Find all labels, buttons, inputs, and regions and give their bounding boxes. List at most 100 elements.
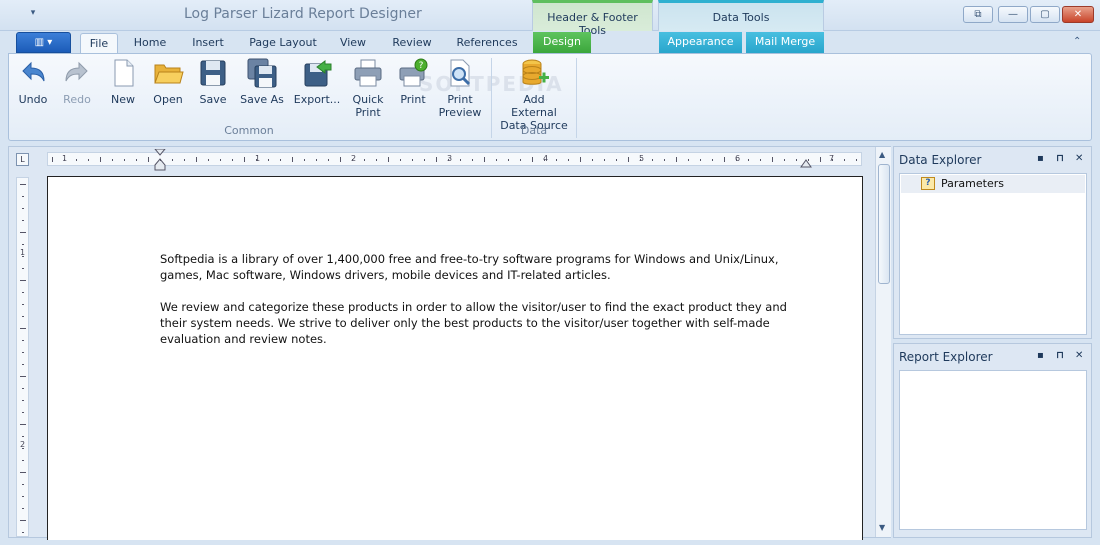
ruler-tick [748, 159, 749, 161]
tab-design[interactable]: Design [533, 32, 591, 54]
export-button[interactable]: Export... [291, 57, 343, 106]
ruler-tick [304, 159, 305, 161]
panel-close-icon[interactable]: ✕ [1075, 350, 1083, 361]
save-button[interactable]: Save [193, 57, 233, 106]
horizontal-ruler[interactable]: 1 1 2 3 4 5 6 7 [47, 149, 862, 171]
database-add-icon [522, 59, 549, 85]
maximize-button[interactable]: ▢ [1030, 6, 1060, 23]
quick-print-label: Quick Print [352, 93, 384, 119]
redo-button[interactable]: Redo [57, 57, 97, 106]
ruler-tick [616, 159, 617, 161]
quick-print-icon [354, 59, 382, 87]
quick-access-dropdown-icon[interactable]: ▾ [26, 8, 40, 22]
group-label-common: Common [224, 124, 274, 137]
ruler-tick [568, 159, 569, 161]
print-label: Print [400, 93, 426, 106]
ruler-tick [412, 159, 413, 161]
ruler-tick [22, 460, 24, 461]
ruler-tick [184, 159, 185, 161]
ruler-tick [676, 157, 677, 162]
new-button[interactable]: New [103, 57, 143, 106]
panel-dock-icon[interactable]: ▪ [1037, 350, 1044, 361]
ruler-tick [22, 436, 24, 437]
ruler-tick [700, 159, 701, 161]
document-paragraph[interactable]: Softpedia is a library of over 1,400,000… [160, 251, 810, 283]
tab-page-layout[interactable]: Page Layout [243, 33, 323, 54]
ruler-tick [856, 159, 857, 161]
save-as-button[interactable]: Save As [237, 57, 287, 106]
scroll-up-icon[interactable]: ▲ [879, 150, 885, 159]
tab-home[interactable]: Home [128, 33, 172, 54]
panel-close-icon[interactable]: ✕ [1075, 153, 1083, 164]
tab-stop-selector[interactable]: L [16, 153, 29, 166]
print-preview-button[interactable]: Print Preview [437, 57, 483, 119]
ruler-tick [688, 159, 689, 161]
ruler-tick [196, 157, 197, 162]
add-external-data-source-button[interactable]: Add External Data Source [499, 57, 569, 132]
scroll-down-icon[interactable]: ▼ [879, 523, 885, 532]
undo-button[interactable]: Undo [13, 57, 53, 106]
svg-text:?: ? [419, 61, 424, 71]
ruler-tick [22, 304, 24, 305]
close-button[interactable]: ✕ [1062, 6, 1094, 23]
tab-review[interactable]: Review [385, 33, 439, 54]
ruler-tick [22, 400, 24, 401]
ruler-tick [22, 364, 24, 365]
document-page[interactable]: Softpedia is a library of over 1,400,000… [47, 176, 863, 540]
ruler-tick [400, 159, 401, 161]
minimize-button[interactable]: — [998, 6, 1028, 23]
application-menu-button[interactable]: ▥ ▾ [16, 32, 71, 53]
document-paragraph[interactable]: We review and categorize these products … [160, 299, 810, 347]
restore-layout-button[interactable]: ⧉ [963, 6, 993, 23]
ruler-tick [20, 232, 26, 233]
ruler-tick [22, 352, 24, 353]
ruler-tick [256, 159, 257, 161]
vertical-scrollbar[interactable]: ▲ ▼ [875, 147, 891, 537]
parameters-icon: ? [921, 177, 935, 190]
ruler-tick [532, 157, 533, 162]
panel-title: Report Explorer [899, 350, 993, 364]
ruler-tick [508, 159, 509, 161]
print-icon: ? [399, 58, 428, 87]
report-explorer-panel: Report Explorer ▪ ⊓ ✕ [893, 343, 1092, 538]
tab-mail-merge[interactable]: Mail Merge [746, 32, 824, 54]
save-floppy-icon [200, 60, 226, 86]
ruler-tick [160, 159, 161, 161]
quick-print-button[interactable]: Quick Print [347, 57, 389, 119]
open-button[interactable]: Open [148, 57, 188, 106]
ruler-tick [652, 159, 653, 161]
tab-insert[interactable]: Insert [184, 33, 232, 54]
group-separator [576, 58, 577, 138]
panel-pin-icon[interactable]: ⊓ [1056, 153, 1064, 164]
ruler-tick [268, 159, 269, 161]
tab-view[interactable]: View [333, 33, 373, 54]
collapse-ribbon-icon[interactable]: ⌃ [1073, 36, 1081, 47]
ruler-tick [88, 159, 89, 161]
scrollbar-thumb[interactable] [878, 164, 890, 284]
ruler-tick [832, 159, 833, 161]
tab-references[interactable]: References [450, 33, 524, 54]
ruler-tick [784, 159, 785, 161]
export-icon [304, 60, 332, 87]
report-explorer-tree [899, 370, 1087, 530]
tab-appearance[interactable]: Appearance [659, 32, 742, 54]
ruler-tick [448, 159, 449, 161]
ruler-tick [22, 532, 24, 533]
print-preview-label: Print Preview [438, 93, 482, 119]
data-explorer-panel: Data Explorer ▪ ⊓ ✕ ? Parameters [893, 146, 1092, 339]
tree-item-parameters[interactable]: ? Parameters [901, 175, 1085, 193]
ruler-tick [112, 159, 113, 161]
tab-file[interactable]: File [80, 33, 118, 54]
ruler-tick [820, 157, 821, 162]
open-label: Open [153, 93, 183, 106]
vertical-ruler[interactable]: 1 2 [16, 177, 29, 537]
ruler-tick [340, 157, 341, 162]
right-indent-marker-icon[interactable] [800, 158, 812, 168]
context-group-data-tools: Data Tools [658, 0, 824, 31]
group-label-data: Data [520, 124, 548, 137]
ruler-tick [100, 157, 101, 162]
panel-pin-icon[interactable]: ⊓ [1056, 350, 1064, 361]
ruler-tick [736, 159, 737, 161]
panel-dock-icon[interactable]: ▪ [1037, 153, 1044, 164]
print-button[interactable]: ? Print [393, 57, 433, 106]
